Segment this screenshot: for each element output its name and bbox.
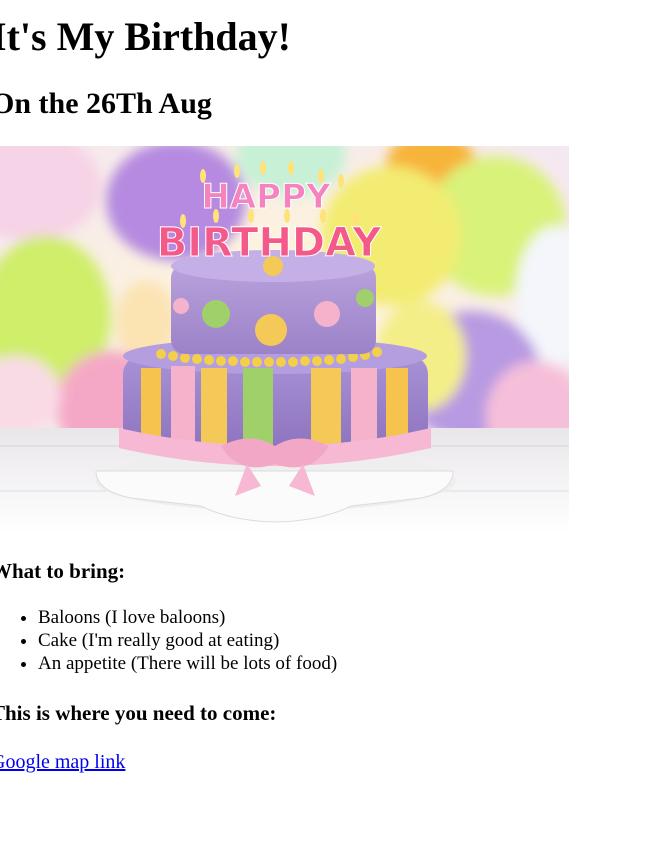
bring-list: Baloons (I love baloons) Cake (I'm reall… [0,606,337,675]
location-heading: This is where you need to come: [0,701,277,725]
what-to-bring-heading: What to bring: [0,559,126,583]
candle-text-birthday: BIRTHDAY [157,220,382,266]
page-title: It's My Birthday! [0,14,291,59]
list-item: An appetite (There will be lots of food) [38,652,337,675]
list-item: Baloons (I love baloons) [38,606,337,629]
date-subtitle: On the 26Th Aug [0,87,212,120]
google-map-link[interactable]: Google map link [0,750,125,774]
candle-text-happy: HAPPY [201,177,331,217]
birthday-cake-image: HAPPY BIRTHDAY [0,146,569,532]
list-item: Cake (I'm really good at eating) [38,629,337,652]
